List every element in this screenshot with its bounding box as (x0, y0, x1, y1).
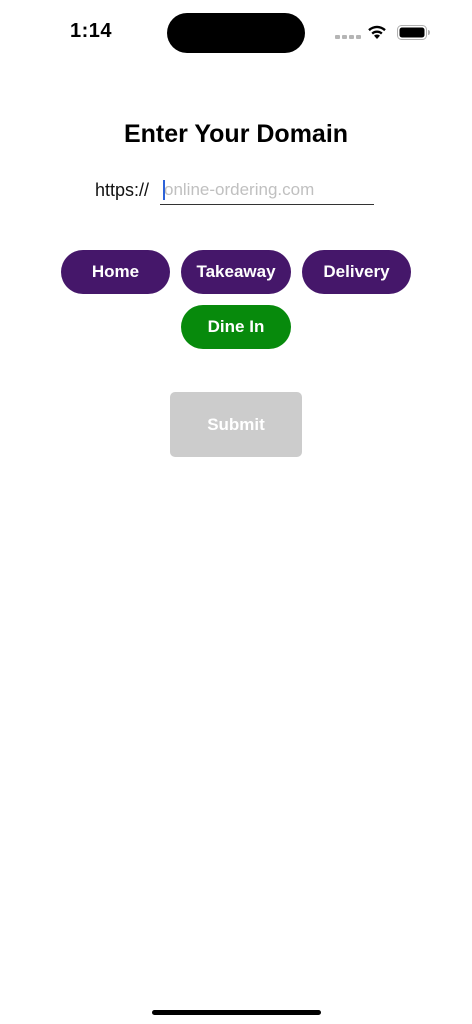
dynamic-island (167, 13, 305, 53)
domain-input[interactable] (160, 175, 374, 205)
status-time: 1:14 (70, 20, 113, 42)
url-prefix-label: https:// (95, 180, 150, 200)
home-button[interactable]: Home (61, 250, 170, 294)
text-cursor (163, 180, 165, 200)
submit-button[interactable]: Submit (170, 392, 302, 457)
takeaway-button[interactable]: Takeaway (181, 250, 291, 294)
battery-icon (397, 25, 430, 40)
page-title: Enter Your Domain (123, 120, 349, 148)
app-screen: 1:14 Enter Your Domain https:// Home Tak… (0, 0, 472, 1024)
home-indicator[interactable] (152, 1010, 321, 1015)
cellular-signal-icon (335, 35, 361, 39)
delivery-button[interactable]: Delivery (302, 250, 411, 294)
dine-in-button[interactable]: Dine In (181, 305, 291, 349)
wifi-icon (368, 25, 386, 39)
